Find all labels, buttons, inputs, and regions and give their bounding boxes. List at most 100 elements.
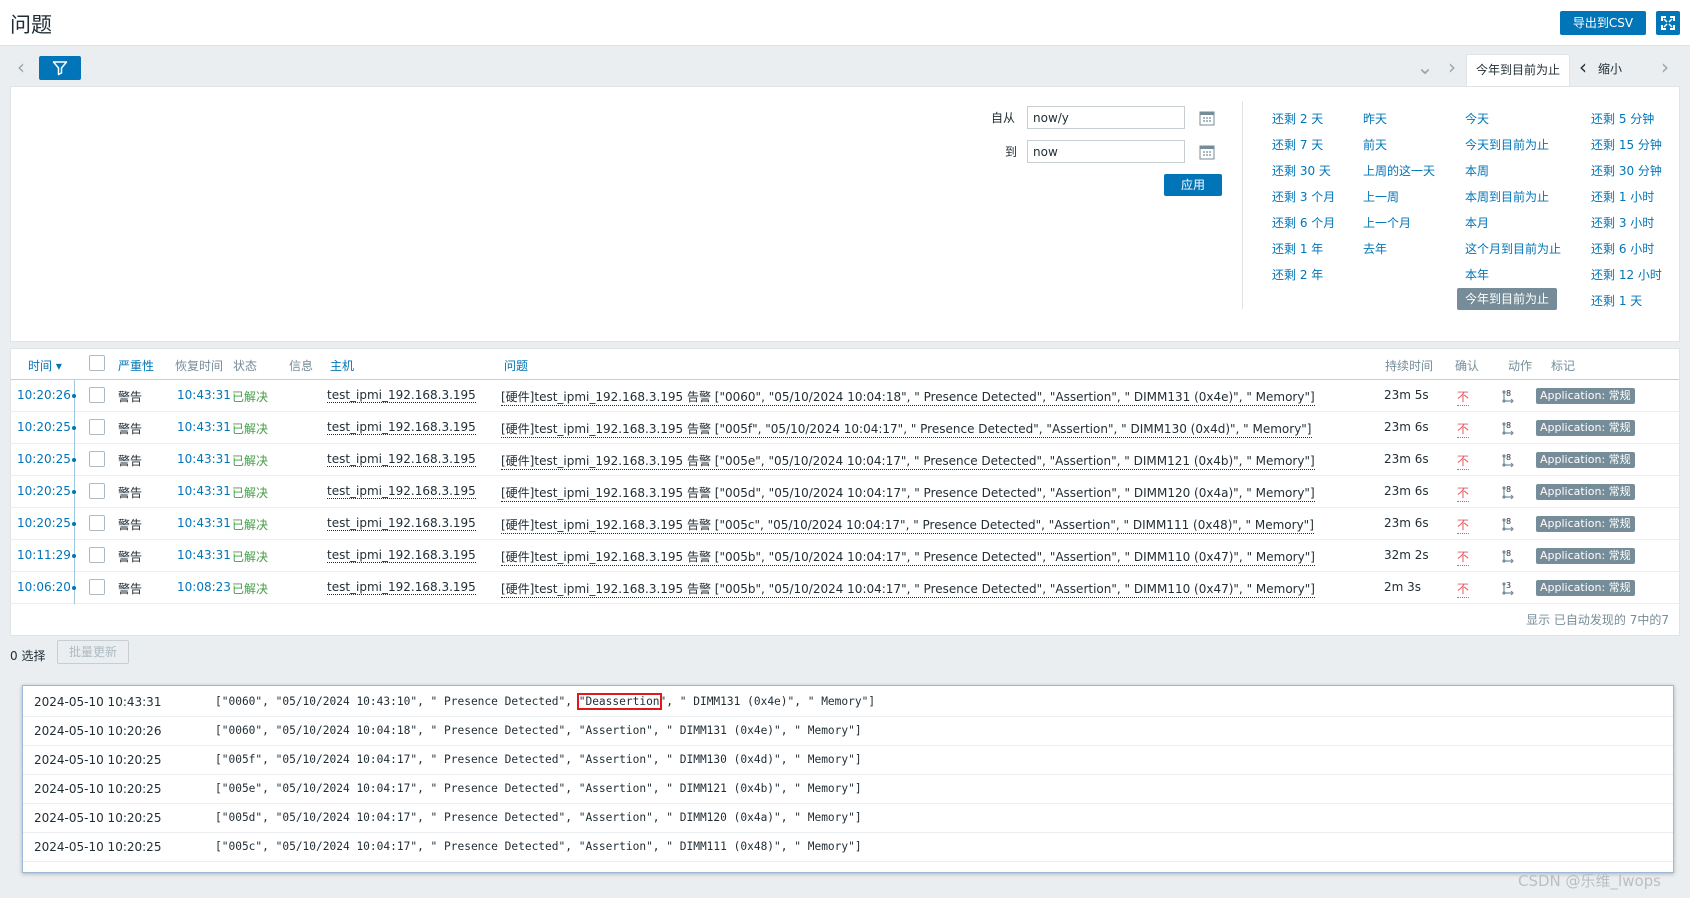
quick-range-link[interactable]: 还剩 1 天 [1591,292,1642,309]
row-ack-link[interactable]: 不 [1457,580,1470,598]
row-problem-link[interactable]: [硬件]test_ipmi_192.168.3.195 告警 ["005b", … [501,580,1315,598]
quick-range-link[interactable]: 本周 [1465,162,1489,179]
row-ack-link[interactable]: 不 [1457,484,1470,502]
row-recovery-link[interactable]: 10:08:23 [177,580,231,594]
row-checkbox[interactable] [89,387,105,403]
row-tag[interactable]: Application: 常规 [1536,420,1635,436]
quick-range-link[interactable]: 这个月到目前为止 [1465,240,1561,257]
quick-range-link[interactable]: 上周的这一天 [1363,162,1435,179]
quick-range-link[interactable]: 今天 [1465,110,1489,127]
row-ack-link[interactable]: 不 [1457,548,1470,566]
row-problem-link[interactable]: [硬件]test_ipmi_192.168.3.195 告警 ["005c", … [501,516,1314,534]
col-header-severity[interactable]: 严重性 [118,357,154,374]
row-recovery-link[interactable]: 10:43:31 [177,388,231,402]
row-checkbox[interactable] [89,579,105,595]
quick-range-link[interactable]: 上一个月 [1363,214,1411,231]
row-actions-button[interactable]: 3 [1498,580,1518,599]
select-all-checkbox[interactable] [89,355,105,371]
row-recovery-link[interactable]: 10:43:31 [177,548,231,562]
tab-time-range[interactable]: 今年到目前为止 [1466,54,1570,86]
row-host-link[interactable]: test_ipmi_192.168.3.195 [327,452,476,467]
apply-button[interactable]: 应用 [1164,174,1222,196]
export-csv-button[interactable]: 导出到CSV [1560,11,1646,35]
quick-range-link[interactable]: 还剩 2 天 [1272,110,1323,127]
quick-range-link[interactable]: 还剩 1 年 [1272,240,1323,257]
row-host-link[interactable]: test_ipmi_192.168.3.195 [327,580,476,595]
row-problem-link[interactable]: [硬件]test_ipmi_192.168.3.195 告警 ["005f", … [501,420,1312,438]
row-checkbox[interactable] [89,451,105,467]
quick-range-link-active[interactable]: 今年到目前为止 [1457,288,1558,310]
quick-range-link[interactable]: 还剩 30 天 [1272,162,1331,179]
row-actions-button[interactable]: 8 [1498,484,1518,503]
row-tag[interactable]: Application: 常规 [1536,516,1635,532]
row-tag[interactable]: Application: 常规 [1536,580,1635,596]
row-problem-link[interactable]: [硬件]test_ipmi_192.168.3.195 告警 ["005e", … [501,452,1315,470]
fullscreen-button[interactable] [1656,11,1680,35]
row-tag[interactable]: Application: 常规 [1536,452,1635,468]
row-time-link[interactable]: 10:20:25 [17,516,71,530]
row-recovery-link[interactable]: 10:43:31 [177,516,231,530]
row-host-link[interactable]: test_ipmi_192.168.3.195 [327,516,476,531]
col-header-host[interactable]: 主机 [330,357,354,374]
row-time-link[interactable]: 10:20:25 [17,484,71,498]
mass-update-button[interactable]: 批量更新 [57,640,129,664]
calendar-icon[interactable] [1199,110,1215,126]
quick-range-link[interactable]: 本月 [1465,214,1489,231]
quick-range-link[interactable]: 还剩 5 分钟 [1591,110,1654,127]
quick-range-link[interactable]: 还剩 6 个月 [1272,214,1335,231]
quick-range-link[interactable]: 还剩 30 分钟 [1591,162,1662,179]
quick-range-link[interactable]: 还剩 12 小时 [1591,266,1662,283]
quick-range-link[interactable]: 去年 [1363,240,1387,257]
row-checkbox[interactable] [89,419,105,435]
row-host-link[interactable]: test_ipmi_192.168.3.195 [327,484,476,499]
quick-range-link[interactable]: 还剩 3 个月 [1272,188,1335,205]
row-actions-button[interactable]: 8 [1498,420,1518,439]
chevron-left-icon[interactable]: ‹ [1574,56,1592,78]
row-actions-button[interactable]: 8 [1498,388,1518,407]
row-actions-button[interactable]: 8 [1498,516,1518,535]
quick-range-link[interactable]: 今天到目前为止 [1465,136,1549,153]
row-time-link[interactable]: 10:06:20 [17,580,71,594]
col-header-time[interactable]: 时间 ▾ [28,357,62,374]
calendar-icon[interactable] [1199,144,1215,160]
row-time-link[interactable]: 10:20:25 [17,452,71,466]
row-time-link[interactable]: 10:20:25 [17,420,71,434]
quick-range-link[interactable]: 还剩 6 小时 [1591,240,1654,257]
from-input[interactable] [1027,106,1185,129]
chevron-down-icon[interactable]: ⌄ [1416,56,1434,78]
row-recovery-link[interactable]: 10:43:31 [177,484,231,498]
row-recovery-link[interactable]: 10:43:31 [177,452,231,466]
chevron-right-icon[interactable]: › [1656,56,1674,78]
row-ack-link[interactable]: 不 [1457,388,1470,406]
quick-range-link[interactable]: 前天 [1363,136,1387,153]
row-host-link[interactable]: test_ipmi_192.168.3.195 [327,548,476,563]
quick-range-link[interactable]: 还剩 3 小时 [1591,214,1654,231]
row-host-link[interactable]: test_ipmi_192.168.3.195 [327,420,476,435]
quick-range-link[interactable]: 上一周 [1363,188,1399,205]
quick-range-link[interactable]: 还剩 2 年 [1272,266,1323,283]
row-recovery-link[interactable]: 10:43:31 [177,420,231,434]
row-tag[interactable]: Application: 常规 [1536,388,1635,404]
zoom-out-button[interactable]: 缩小 [1598,60,1622,77]
row-time-link[interactable]: 10:20:26 [17,388,71,402]
quick-range-link[interactable]: 还剩 1 小时 [1591,188,1654,205]
row-ack-link[interactable]: 不 [1457,516,1470,534]
quick-range-link[interactable]: 昨天 [1363,110,1387,127]
row-ack-link[interactable]: 不 [1457,420,1470,438]
chevron-left-icon[interactable]: ‹ [12,56,30,78]
row-checkbox[interactable] [89,547,105,563]
quick-range-link[interactable]: 还剩 7 天 [1272,136,1323,153]
row-problem-link[interactable]: [硬件]test_ipmi_192.168.3.195 告警 ["005d", … [501,484,1315,502]
row-checkbox[interactable] [89,483,105,499]
filter-tab[interactable] [39,56,81,80]
row-actions-button[interactable]: 8 [1498,548,1518,567]
row-ack-link[interactable]: 不 [1457,452,1470,470]
quick-range-link[interactable]: 还剩 15 分钟 [1591,136,1662,153]
row-problem-link[interactable]: [硬件]test_ipmi_192.168.3.195 告警 ["005b", … [501,548,1315,566]
row-problem-link[interactable]: [硬件]test_ipmi_192.168.3.195 告警 ["0060", … [501,388,1315,406]
row-checkbox[interactable] [89,515,105,531]
row-tag[interactable]: Application: 常规 [1536,548,1635,564]
row-tag[interactable]: Application: 常规 [1536,484,1635,500]
row-actions-button[interactable]: 8 [1498,452,1518,471]
to-input[interactable] [1027,140,1185,163]
